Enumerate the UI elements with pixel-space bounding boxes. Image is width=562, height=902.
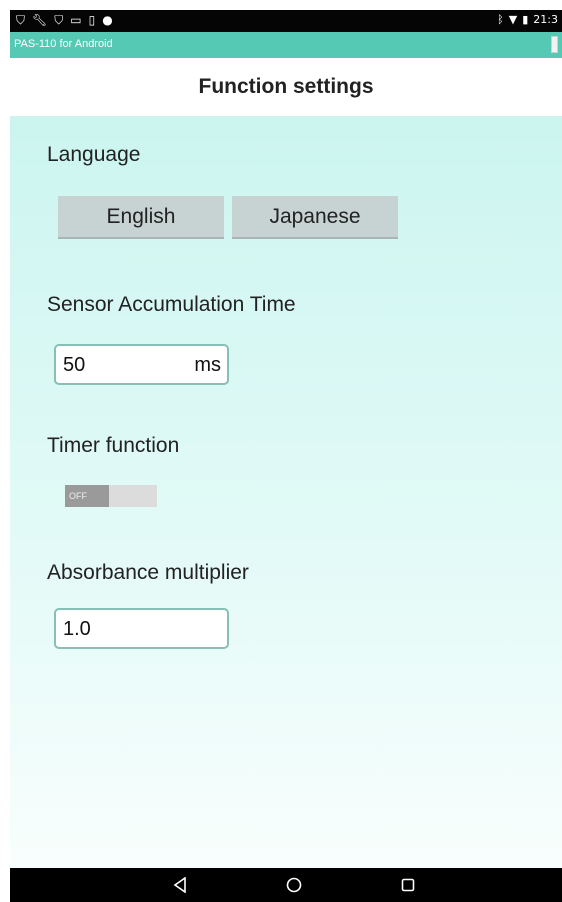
notification-icons: ⛉ 🔧︎ ⛉ ▭ ▯ ● [16, 13, 113, 27]
android-icon: ● [102, 13, 113, 27]
toggle-knob: OFF [65, 485, 109, 507]
page-title: Function settings [198, 75, 374, 98]
settings-panel: Language English Japanese Sensor Accumul… [10, 116, 562, 868]
home-icon[interactable] [264, 868, 324, 902]
wrench-icon: 🔧︎ [32, 13, 48, 27]
system-icons: ᛒ ▼ ▮ 21:3 [497, 13, 558, 27]
sim-icon: ▯ [88, 13, 96, 27]
sensor-accumulation-unit: ms [194, 354, 221, 376]
bluetooth-icon: ᛒ [497, 13, 504, 26]
back-icon[interactable] [150, 868, 210, 902]
image-icon: ▭ [70, 13, 82, 27]
wifi-icon: ▼ [508, 13, 518, 26]
clock: 21:3 [533, 13, 558, 26]
language-label: Language [47, 143, 141, 166]
toggle-state: OFF [69, 491, 87, 501]
sensor-accumulation-value: 50 [63, 354, 86, 376]
recents-icon[interactable] [378, 868, 438, 902]
english-button[interactable]: English [58, 196, 224, 239]
shield-icon: ⛉ [16, 13, 26, 27]
overflow-menu-icon[interactable] [551, 36, 558, 53]
sensor-accumulation-label: Sensor Accumulation Time [47, 293, 296, 316]
shield-icon: ⛉ [54, 13, 64, 27]
absorbance-multiplier-label: Absorbance multiplier [47, 561, 249, 584]
absorbance-multiplier-value: 1.0 [63, 618, 91, 640]
app-title: PAS-110 for Android [14, 38, 113, 50]
sensor-accumulation-input[interactable]: 50 ms [54, 344, 229, 385]
timer-function-label: Timer function [47, 434, 180, 457]
navigation-bar [10, 868, 562, 902]
absorbance-multiplier-input[interactable]: 1.0 [54, 608, 229, 649]
app-title-bar: PAS-110 for Android [10, 32, 562, 58]
japanese-button[interactable]: Japanese [232, 196, 398, 239]
timer-toggle[interactable]: OFF [65, 485, 157, 507]
status-bar: ⛉ 🔧︎ ⛉ ▭ ▯ ● ᛒ ▼ ▮ 21:3 [10, 10, 562, 32]
battery-icon: ▮ [522, 13, 529, 26]
page-header: Function settings [10, 58, 562, 116]
